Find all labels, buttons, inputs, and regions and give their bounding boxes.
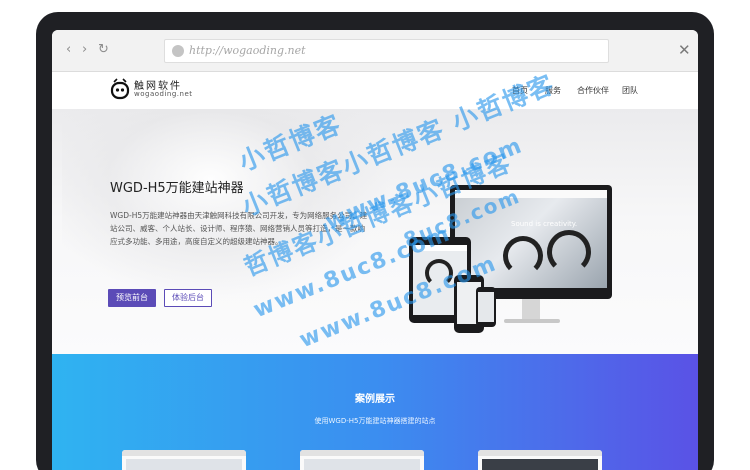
logo-icon[interactable] bbox=[110, 78, 130, 100]
phone-screen bbox=[478, 292, 494, 322]
cases-section: 案例展示 使用WGD-H5万能建站神器搭建的站点 bbox=[52, 354, 698, 470]
close-icon[interactable]: ✕ bbox=[678, 42, 691, 58]
chevron-left-icon[interactable]: ‹ bbox=[66, 43, 71, 57]
case-card-header bbox=[300, 450, 424, 456]
monitor-stand bbox=[522, 299, 540, 321]
cases-title: 案例展示 bbox=[355, 394, 395, 405]
globe-icon bbox=[172, 45, 184, 57]
headphone-image bbox=[503, 236, 543, 276]
address-bar[interactable]: http://wogaoding.net bbox=[164, 39, 609, 63]
monitor-tagline: Sound is creativity. bbox=[511, 220, 578, 228]
monitor-base bbox=[504, 319, 560, 323]
preview-frontend-button[interactable]: 预览前台 bbox=[108, 289, 156, 307]
case-card-header bbox=[478, 450, 602, 456]
case-card-thumbnail bbox=[126, 459, 242, 470]
chevron-right-icon[interactable]: › bbox=[82, 43, 87, 57]
nav-partners[interactable]: 合作伙伴 bbox=[577, 85, 609, 96]
hero-title: WGD-H5万能建站神器 bbox=[110, 181, 244, 196]
browser-toolbar: ‹ › ↻ http://wogaoding.net ✕ bbox=[52, 30, 698, 72]
nav-team[interactable]: 团队 bbox=[622, 85, 638, 96]
logo-domain: wogaoding.net bbox=[134, 90, 193, 98]
try-backend-button[interactable]: 体验后台 bbox=[164, 289, 212, 307]
monitor-screen-header bbox=[455, 190, 607, 198]
case-card[interactable] bbox=[478, 450, 602, 470]
case-card[interactable] bbox=[122, 450, 246, 470]
url-text: http://wogaoding.net bbox=[189, 44, 306, 57]
site-header: 触网软件 wogaoding.net 首页 服务 合作伙伴 团队 bbox=[52, 73, 698, 109]
case-card[interactable] bbox=[300, 450, 424, 470]
case-card-header bbox=[122, 450, 246, 456]
cases-subtitle: 使用WGD-H5万能建站神器搭建的站点 bbox=[314, 417, 436, 425]
case-card-thumbnail bbox=[304, 459, 420, 470]
phone-mockup-small bbox=[476, 287, 496, 327]
reload-icon[interactable]: ↻ bbox=[98, 43, 109, 57]
headphone-image bbox=[547, 230, 591, 274]
case-card-thumbnail bbox=[482, 459, 598, 470]
